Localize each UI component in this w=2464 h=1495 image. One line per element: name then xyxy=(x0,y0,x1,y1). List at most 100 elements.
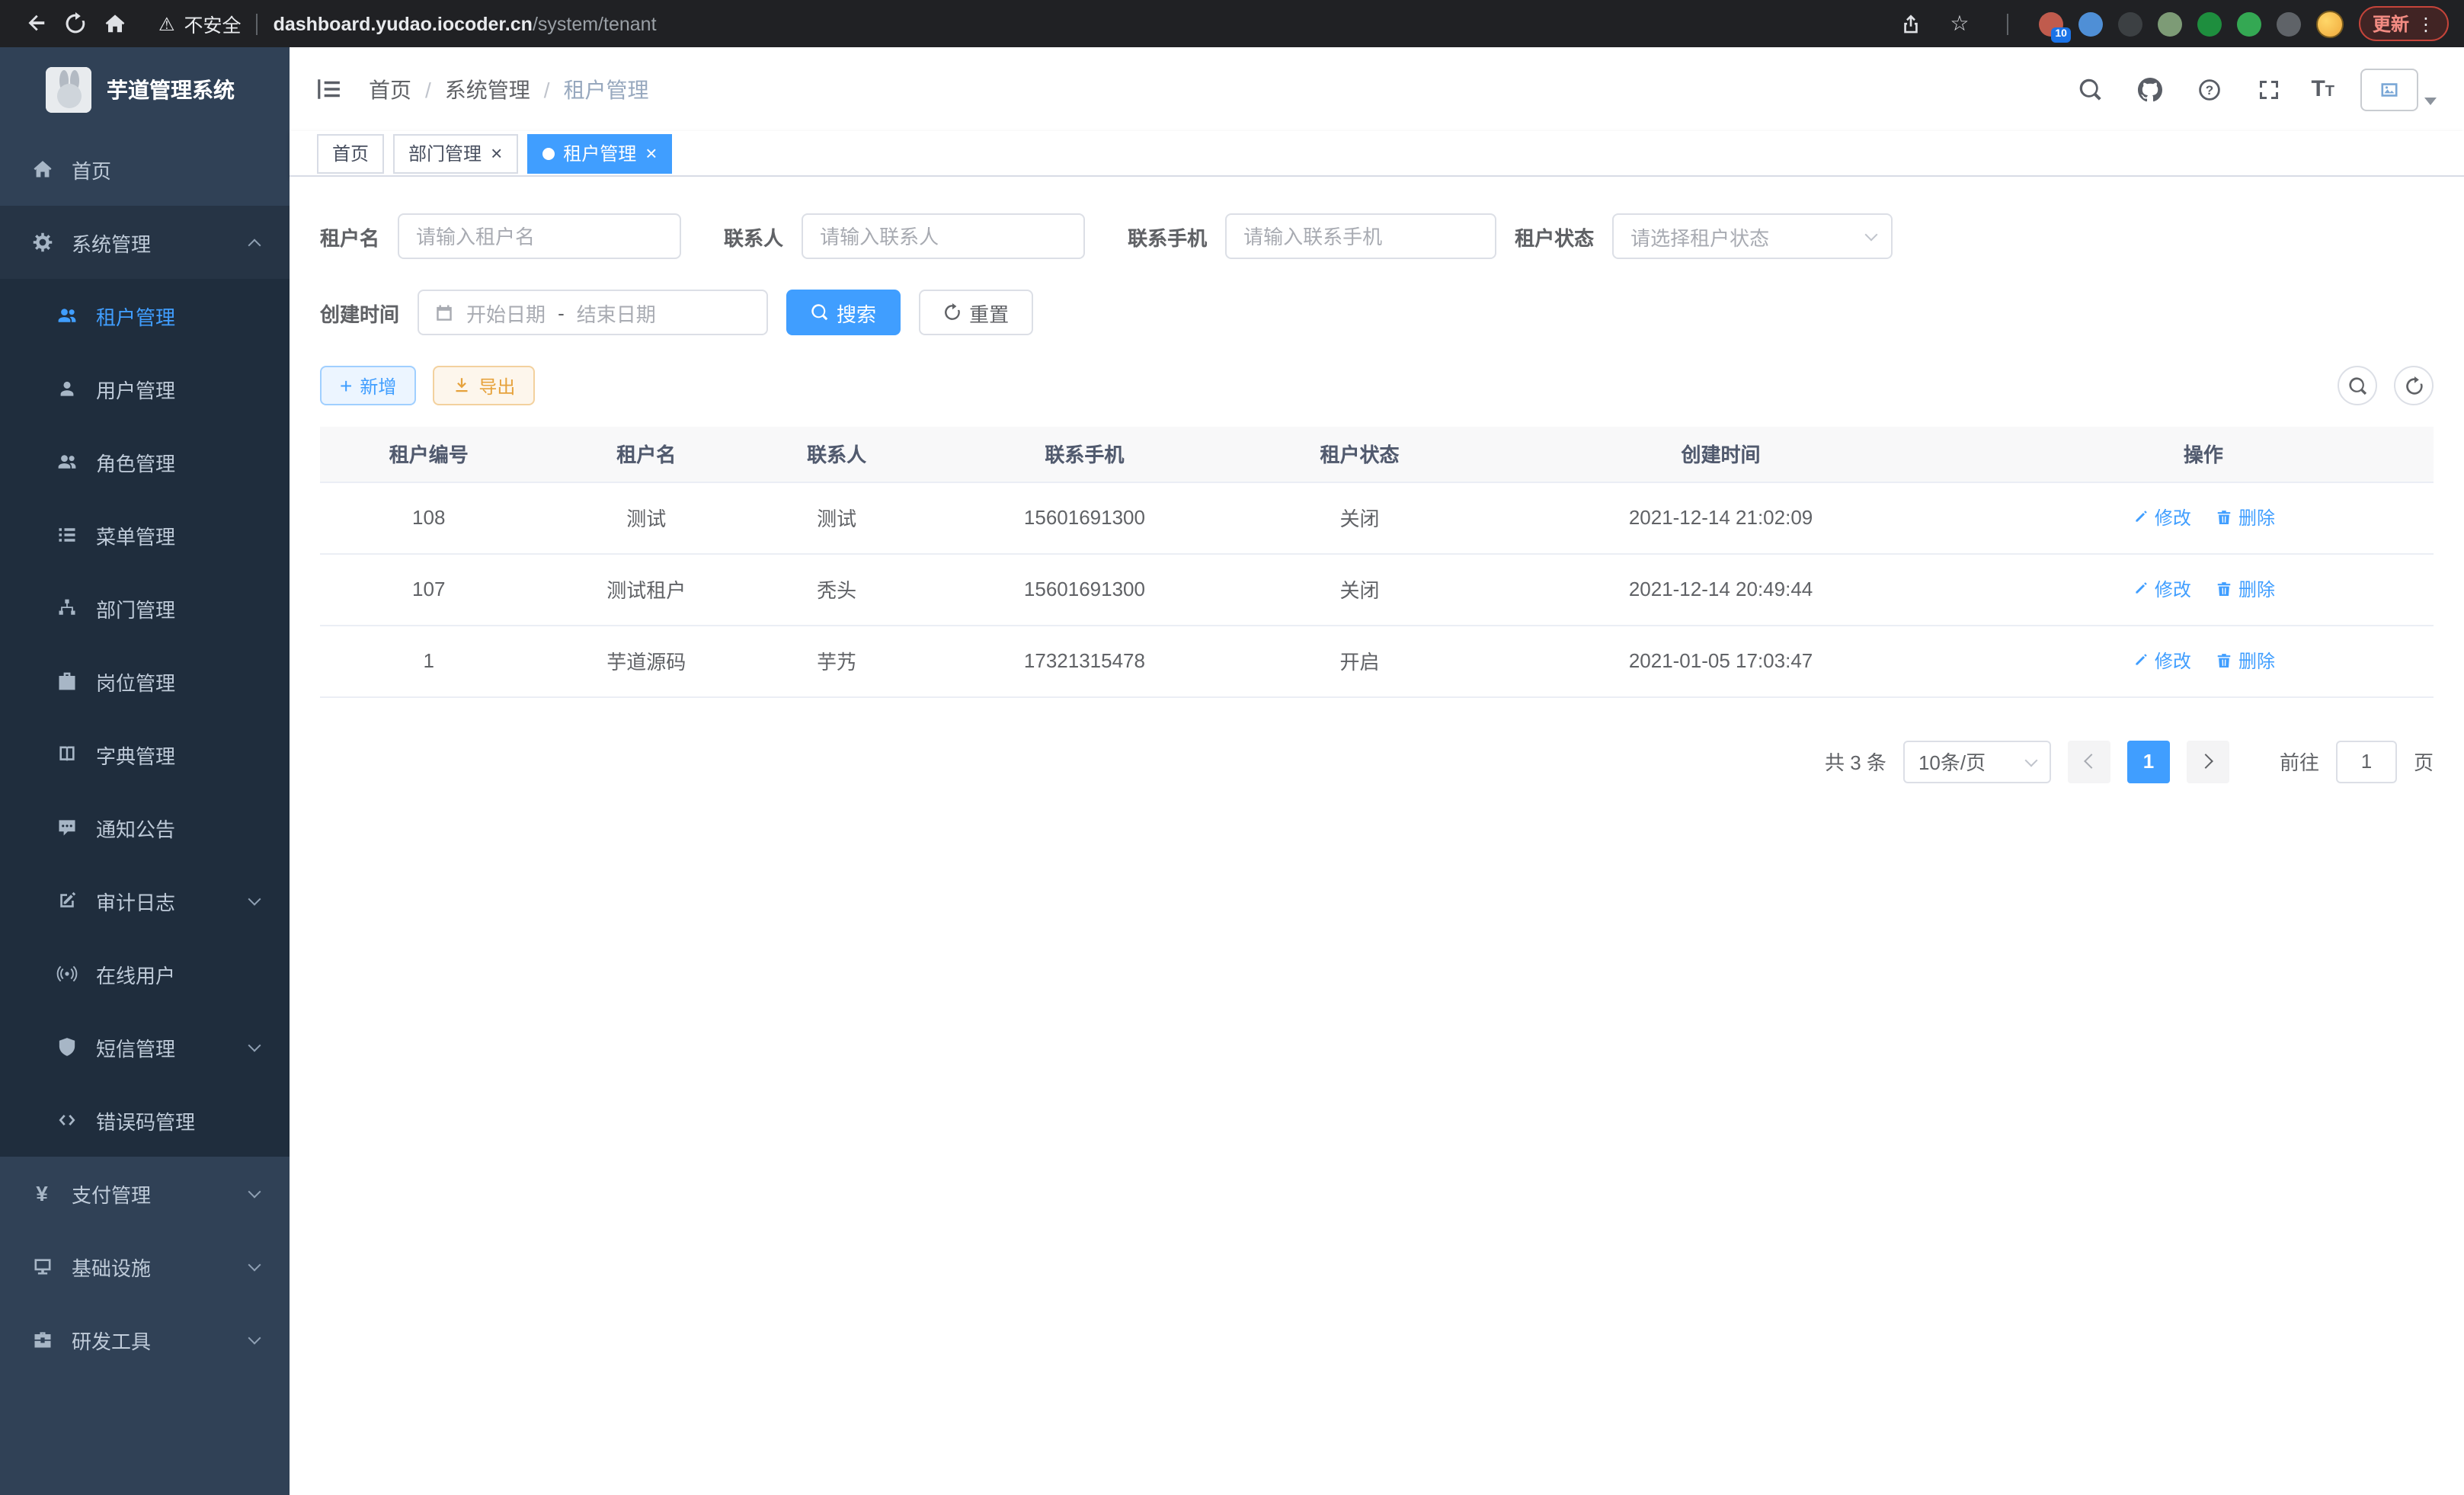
breadcrumb-item[interactable]: 首页 xyxy=(369,74,411,104)
browser-back-icon[interactable] xyxy=(15,4,55,43)
date-end-placeholder: 结束日期 xyxy=(577,298,656,327)
tab-租户管理[interactable]: 租户管理× xyxy=(526,133,672,173)
cell-name: 测试 xyxy=(538,482,756,553)
delete-icon xyxy=(2216,509,2232,526)
cell-actions: 修改删除 xyxy=(1973,625,2434,696)
delete-label: 删除 xyxy=(2238,504,2275,530)
reset-button[interactable]: 重置 xyxy=(919,290,1033,335)
browser-extension-icon[interactable] xyxy=(2277,11,2301,36)
browser-home-icon[interactable] xyxy=(94,4,134,43)
cell-created: 2021-12-14 21:02:09 xyxy=(1468,482,1973,553)
sidebar-item-错误码管理[interactable]: 错误码管理 xyxy=(0,1084,290,1157)
sidebar-item-部门管理[interactable]: 部门管理 xyxy=(0,571,290,645)
delete-link[interactable]: 删除 xyxy=(2216,648,2275,674)
close-tab-icon[interactable]: × xyxy=(645,143,657,163)
home-icon xyxy=(30,158,53,181)
sidebar-item-角色管理[interactable]: 角色管理 xyxy=(0,425,290,498)
browser-extension-icon[interactable]: 10 xyxy=(2039,11,2063,36)
sidebar-item-首页[interactable]: 首页 xyxy=(0,133,290,206)
sidebar-item-label: 通知公告 xyxy=(96,813,175,842)
table-toolbar: + 新增 导出 xyxy=(320,366,2434,405)
page-content: 租户名 联系人 联系手机 租户状态 请选择租户状态 xyxy=(290,177,2464,1495)
column-header: 操作 xyxy=(1973,427,2434,482)
search-button[interactable]: 搜索 xyxy=(786,290,901,335)
add-button[interactable]: + 新增 xyxy=(320,366,416,405)
bookmark-star-icon[interactable]: ☆ xyxy=(1943,7,1976,40)
tenant-name-input[interactable] xyxy=(398,213,681,259)
sidebar-item-字典管理[interactable]: 字典管理 xyxy=(0,718,290,791)
page-number-1[interactable]: 1 xyxy=(2127,740,2170,783)
delete-link[interactable]: 删除 xyxy=(2216,576,2275,602)
contact-input[interactable] xyxy=(802,213,1085,259)
sidebar-item-岗位管理[interactable]: 岗位管理 xyxy=(0,645,290,718)
sidebar-item-基础设施[interactable]: 基础设施 xyxy=(0,1230,290,1303)
edit-link[interactable]: 修改 xyxy=(2132,504,2191,530)
sidebar-item-label: 角色管理 xyxy=(96,447,175,476)
tab-部门管理[interactable]: 部门管理× xyxy=(393,133,517,173)
table-row: 107测试租户秃头15601691300关闭2021-12-14 20:49:4… xyxy=(320,553,2434,625)
browser-extension-icon[interactable] xyxy=(2118,11,2142,36)
filter-create-time: 创建时间 开始日期 - 结束日期 xyxy=(320,290,768,335)
export-button[interactable]: 导出 xyxy=(433,366,535,405)
browser-refresh-icon[interactable] xyxy=(55,4,94,43)
extension-badge: 10 xyxy=(2051,27,2071,42)
sidebar-item-短信管理[interactable]: 短信管理 xyxy=(0,1010,290,1084)
help-icon[interactable]: ? xyxy=(2192,72,2226,106)
table-body: 108测试测试15601691300关闭2021-12-14 21:02:09修… xyxy=(320,482,2434,696)
cell-contact: 芋艿 xyxy=(755,625,918,696)
browser-profile-avatar[interactable] xyxy=(2316,10,2344,37)
date-start-placeholder: 开始日期 xyxy=(466,298,546,327)
tab-首页[interactable]: 首页 xyxy=(317,133,384,173)
breadcrumb-item[interactable]: 系统管理 xyxy=(445,74,530,104)
sidebar-item-用户管理[interactable]: 用户管理 xyxy=(0,352,290,425)
announcement-icon xyxy=(55,816,78,839)
sidebar-item-研发工具[interactable]: 研发工具 xyxy=(0,1303,290,1376)
edit-link[interactable]: 修改 xyxy=(2132,576,2191,602)
next-page-button[interactable] xyxy=(2187,740,2229,783)
delete-link[interactable]: 删除 xyxy=(2216,504,2275,530)
sidebar-item-系统管理[interactable]: 系统管理 xyxy=(0,206,290,279)
sidebar-item-通知公告[interactable]: 通知公告 xyxy=(0,791,290,864)
browser-extension-icon[interactable] xyxy=(2158,11,2182,36)
sidebar-item-支付管理[interactable]: ¥支付管理 xyxy=(0,1157,290,1230)
sidebar-item-label: 菜单管理 xyxy=(96,520,175,549)
sidebar-item-租户管理[interactable]: 租户管理 xyxy=(0,279,290,352)
browser-extension-icon[interactable] xyxy=(2237,11,2261,36)
plus-icon: + xyxy=(340,375,352,396)
browser-update-button[interactable]: 更新 ⋮ xyxy=(2359,6,2449,41)
fullscreen-icon[interactable] xyxy=(2251,72,2285,106)
font-size-icon[interactable]: TT xyxy=(2311,78,2334,101)
goto-page-input[interactable] xyxy=(2336,740,2397,783)
gear-icon xyxy=(30,231,53,254)
user-avatar-dropdown[interactable] xyxy=(2360,68,2437,110)
browser-extension-icon[interactable] xyxy=(2078,11,2103,36)
sidebar-item-在线用户[interactable]: 在线用户 xyxy=(0,937,290,1010)
phone-input[interactable] xyxy=(1225,213,1496,259)
chevron-down-icon xyxy=(1865,229,1878,242)
refresh-table-button[interactable] xyxy=(2394,366,2434,405)
page-size-select[interactable]: 10条/页 xyxy=(1903,740,2051,783)
date-range-picker[interactable]: 开始日期 - 结束日期 xyxy=(418,290,768,335)
status-select[interactable]: 请选择租户状态 xyxy=(1612,213,1893,259)
toggle-search-button[interactable] xyxy=(2338,366,2377,405)
roles-icon xyxy=(55,450,78,473)
address-bar[interactable]: dashboard.yudao.iocoder.cn/system/tenant xyxy=(274,13,657,34)
sidebar-logo[interactable]: 芋道管理系统 xyxy=(0,47,290,133)
cell-actions: 修改 删除 xyxy=(1973,482,2434,553)
share-icon[interactable] xyxy=(1894,7,1928,40)
sidebar-item-菜单管理[interactable]: 菜单管理 xyxy=(0,498,290,571)
close-tab-icon[interactable]: × xyxy=(491,143,502,163)
github-icon[interactable] xyxy=(2133,72,2166,106)
browser-extension-icon[interactable] xyxy=(2197,11,2222,36)
create-time-label: 创建时间 xyxy=(320,298,399,327)
calendar-icon xyxy=(434,303,454,322)
prev-page-button[interactable] xyxy=(2068,740,2110,783)
edit-icon xyxy=(2132,581,2149,597)
delete-icon xyxy=(2216,652,2232,669)
main-area: 首页/系统管理/租户管理 ? TT xyxy=(290,47,2464,1495)
edit-link[interactable]: 修改 xyxy=(2132,648,2191,674)
search-icon[interactable] xyxy=(2073,72,2107,106)
sidebar-item-审计日志[interactable]: 审计日志 xyxy=(0,864,290,937)
sidebar-toggle-icon[interactable] xyxy=(311,72,344,106)
security-indicator[interactable]: ⚠ 不安全 xyxy=(158,9,242,38)
